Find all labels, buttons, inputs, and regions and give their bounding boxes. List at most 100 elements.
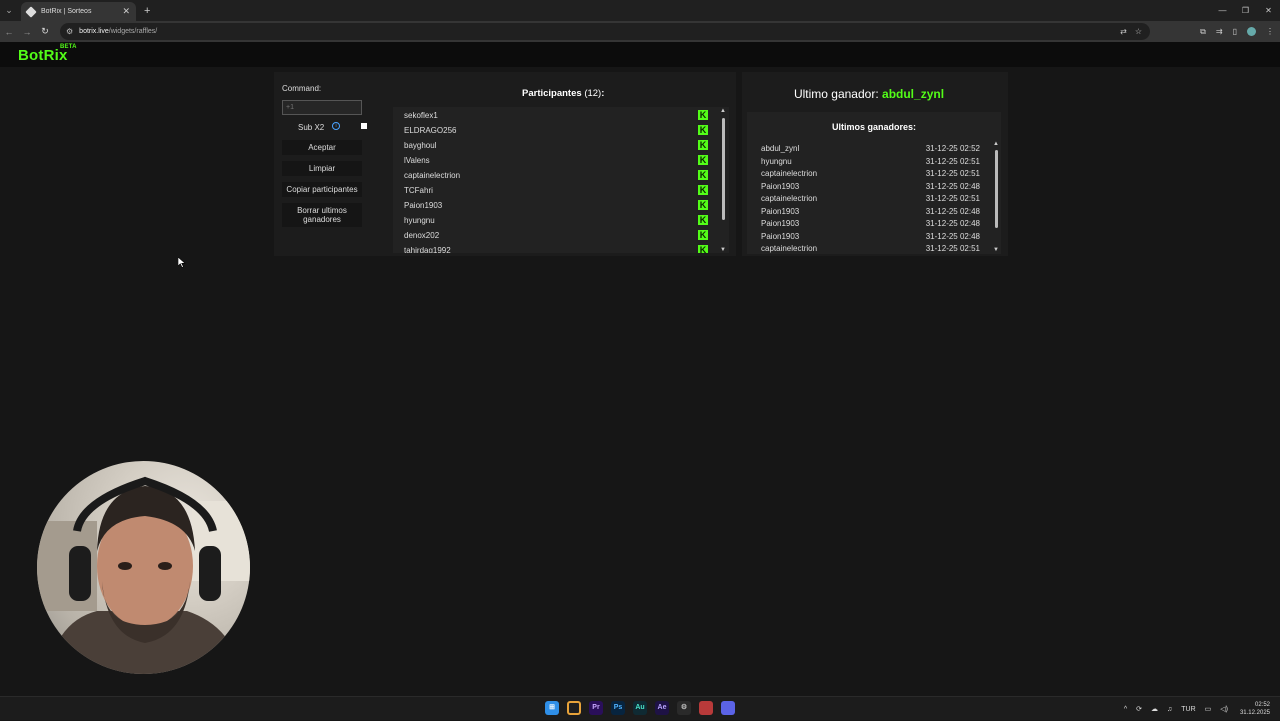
scroll-down-icon[interactable]: ▼ — [720, 247, 726, 253]
cast-icon[interactable]: ⇉ — [1216, 27, 1223, 36]
url-path: /widgets/raffles/ — [108, 28, 158, 35]
settings-icon[interactable]: ⚙ — [677, 701, 691, 715]
scrollbar-thumb[interactable] — [995, 150, 998, 228]
winner-name: Paion1903 — [761, 206, 800, 216]
clear-button[interactable]: Limpiar — [282, 161, 362, 176]
kick-icon: K — [698, 170, 708, 180]
profile-avatar[interactable] — [1247, 27, 1256, 36]
winner-row: Paion1903 31-12-25 02:48 — [761, 207, 983, 220]
maximize-icon[interactable]: ❐ — [1234, 0, 1257, 21]
translate-icon[interactable]: ⇄ — [1120, 27, 1127, 36]
last-winner: Ultimo ganador: abdul_zynl — [742, 87, 996, 101]
winner-time: 31-12-25 02:51 — [925, 244, 980, 253]
botrix-logo[interactable]: BotRix BETA — [18, 44, 77, 64]
participant-name: TCFahri — [404, 186, 433, 195]
delete-winners-button[interactable]: Borrar ultimos ganadores — [282, 203, 362, 227]
tray-sync-icon[interactable]: ⟳ — [1136, 705, 1142, 713]
kick-icon: K — [698, 215, 708, 225]
tray-overflow-icon[interactable]: ^ — [1124, 706, 1127, 713]
network-icon[interactable]: ▭ — [1205, 705, 1212, 713]
back-icon[interactable]: ← — [0, 27, 18, 37]
scroll-down-icon[interactable]: ▼ — [993, 247, 999, 253]
copy-participants-button[interactable]: Copiar participantes — [282, 182, 362, 197]
audition-icon[interactable]: Au — [633, 701, 647, 715]
winner-row: captainelectrion 31-12-25 02:51 — [761, 194, 983, 207]
winner-row: hyungnu 31-12-25 02:51 — [761, 157, 983, 170]
reload-icon[interactable]: ↻ — [36, 26, 54, 37]
url-host: botrix.live — [79, 28, 109, 35]
winner-time: 31-12-25 02:48 — [925, 206, 980, 216]
winner-row: abdul_zynl 31-12-25 02:52 — [761, 144, 983, 157]
menu-icon[interactable]: ⋮ — [1266, 27, 1274, 36]
browser-tab-bar: ⌄ BotRix | Sorteos ✕ + — ❐ ✕ — [0, 0, 1280, 21]
winner-row: Paion1903 31-12-25 02:48 — [761, 232, 983, 245]
participants-count: (12) — [584, 88, 602, 99]
botrix-favicon-icon — [25, 5, 37, 18]
winners-list-box: Ultimos ganadores: abdul_zynl 31-12-25 02… — [747, 112, 1001, 254]
winner-name: Paion1903 — [761, 181, 800, 191]
participants-list[interactable]: sekoflex1 K ELDRAGO256 K bayghoul K lValens… — [393, 107, 729, 253]
participant-name: Paion1903 — [404, 201, 443, 210]
winners-list[interactable]: abdul_zynl 31-12-25 02:52 hyungnu 31-12-25… — [761, 144, 983, 254]
scroll-up-icon[interactable]: ▲ — [720, 108, 726, 114]
command-input[interactable] — [282, 100, 362, 115]
tab-close-icon[interactable]: ✕ — [122, 6, 130, 17]
new-tab-icon[interactable]: + — [144, 5, 150, 17]
tray-mic-icon[interactable]: ♫ — [1167, 706, 1172, 713]
tray-cloud-icon[interactable]: ☁ — [1151, 705, 1158, 713]
extensions-icon[interactable]: ⧉ — [1200, 27, 1206, 37]
minimize-icon[interactable]: — — [1211, 0, 1234, 21]
info-icon[interactable]: i — [332, 122, 340, 130]
webcam-overlay — [37, 461, 250, 674]
winners-scrollbar[interactable]: ▲ ▼ — [993, 141, 999, 253]
clock[interactable]: 02:52 31.12.2025 — [1240, 701, 1270, 717]
winner-time: 31-12-25 02:48 — [925, 231, 980, 241]
discord-icon[interactable] — [721, 701, 735, 715]
winner-time: 31-12-25 02:51 — [925, 194, 980, 203]
bookmark-star-icon[interactable]: ☆ — [1135, 27, 1142, 36]
kick-icon: K — [698, 110, 708, 120]
participant-name: hyungnu — [404, 216, 435, 225]
chrome-icon[interactable] — [567, 701, 581, 715]
winner-name: hyungnu — [761, 156, 792, 166]
app-red-icon[interactable] — [699, 701, 713, 715]
winner-row: Paion1903 31-12-25 02:48 — [761, 182, 983, 195]
start-icon[interactable]: ⊞ — [545, 701, 559, 715]
photoshop-icon[interactable]: Ps — [611, 701, 625, 715]
participant-row: TCFahri K — [393, 182, 729, 197]
language-indicator[interactable]: TUR — [1181, 706, 1195, 713]
scrollbar-thumb[interactable] — [722, 118, 725, 220]
winner-name: abdul_zynl — [761, 144, 800, 153]
tab-search-icon[interactable]: ⌄ — [0, 0, 18, 21]
kick-icon: K — [698, 200, 708, 210]
raffle-panel: Command: Sub X2 i Aceptar Limpiar Copiar… — [274, 72, 736, 256]
kick-icon: K — [698, 230, 708, 240]
accept-button[interactable]: Aceptar — [282, 140, 362, 155]
participant-name: sekoflex1 — [404, 111, 438, 120]
clock-date: 31.12.2025 — [1239, 710, 1270, 716]
participant-row: captainelectrion K — [393, 167, 729, 182]
winner-time: 31-12-25 02:52 — [925, 144, 980, 153]
participant-name: captainelectrion — [404, 171, 461, 180]
premiere-icon[interactable]: Pr — [589, 701, 603, 715]
address-bar[interactable]: ⚙ botrix.live/widgets/raffles/ ⇄ ☆ — [60, 23, 1150, 40]
system-tray: ^ ⟳ ☁ ♫ TUR ▭ ◁) 02:52 31.12.2025 — [1115, 697, 1270, 721]
forward-icon[interactable]: → — [18, 27, 36, 37]
close-window-icon[interactable]: ✕ — [1257, 0, 1280, 21]
browser-tab[interactable]: BotRix | Sorteos ✕ — [21, 2, 136, 21]
participant-name: denox202 — [404, 231, 440, 240]
subx2-checkbox[interactable] — [361, 123, 367, 129]
volume-icon[interactable]: ◁) — [1220, 705, 1228, 713]
winners-panel: Ultimo ganador: abdul_zynl Ultimos ganad… — [742, 72, 1008, 256]
participant-row: denox202 K — [393, 227, 729, 242]
tab-title: BotRix | Sorteos — [41, 8, 92, 15]
after-effects-icon[interactable]: Ae — [655, 701, 669, 715]
sidebar-icon[interactable]: ▯ — [1233, 27, 1237, 36]
browser-toolbar: ← → ↻ ⚙ botrix.live/widgets/raffles/ ⇄ ☆… — [0, 21, 1280, 42]
clock-time: 02:52 — [1254, 702, 1270, 708]
winners-list-title: Ultimos ganadores: — [831, 122, 916, 132]
scroll-up-icon[interactable]: ▲ — [993, 141, 999, 147]
participants-scrollbar[interactable]: ▲ ▼ — [720, 108, 726, 253]
site-info-icon[interactable]: ⚙ — [66, 27, 73, 36]
command-label: Command: — [282, 84, 322, 93]
